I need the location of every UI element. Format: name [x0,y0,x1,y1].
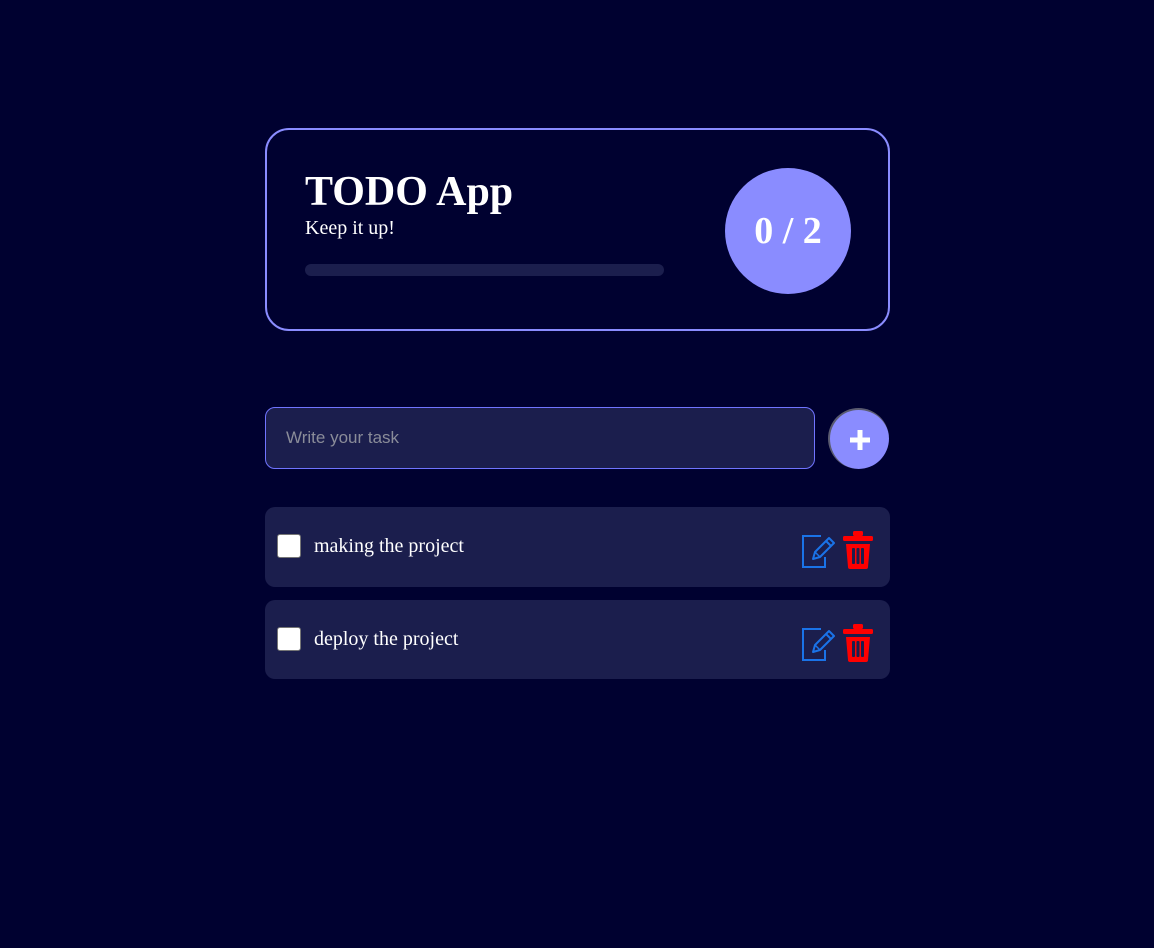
edit-task-button[interactable] [799,626,835,662]
page-subtitle: Keep it up! [305,217,395,239]
stats-card: TODO App Keep it up! 0 / 2 [265,128,890,331]
task-text: making the project [314,535,464,557]
add-task-form [265,407,890,469]
edit-icon [802,535,835,568]
task-counter: 0 / 2 [725,168,851,294]
add-task-button[interactable] [828,408,889,469]
progress-bar [305,264,664,276]
task-input[interactable] [265,407,815,469]
task-checkbox[interactable] [277,534,301,558]
page-title: TODO App [305,169,514,215]
trash-icon [843,531,873,569]
trash-icon [843,624,873,662]
delete-task-button[interactable] [841,529,875,571]
task-text: deploy the project [314,628,459,650]
edit-task-button[interactable] [799,533,835,569]
todo-page: TODO App Keep it up! 0 / 2 making the pr… [0,0,1154,948]
task-checkbox[interactable] [277,627,301,651]
task-list: making the project deploy the project [265,507,890,679]
task-item: making the project [265,507,890,587]
plus-icon [849,429,870,450]
edit-icon [802,628,835,661]
delete-task-button[interactable] [841,622,875,664]
task-item: deploy the project [265,600,890,679]
